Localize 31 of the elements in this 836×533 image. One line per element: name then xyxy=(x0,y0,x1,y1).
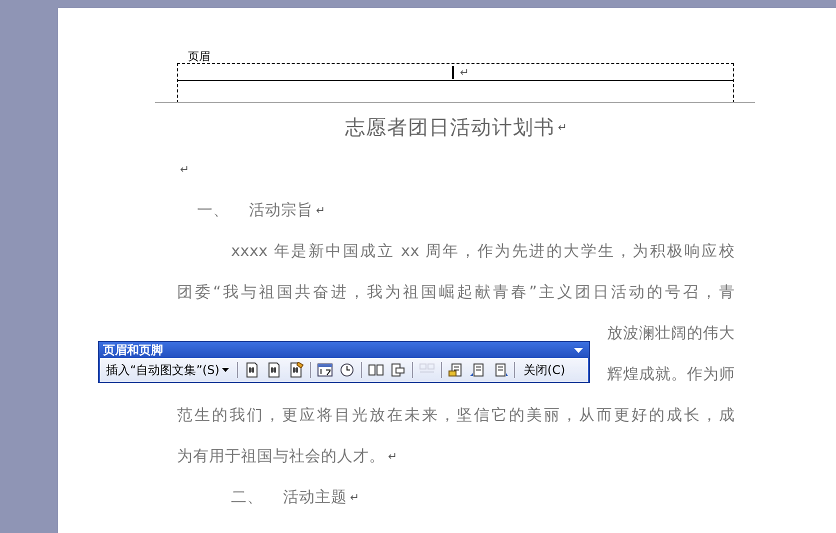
body-text-line: 辉煌成就。作为师 xyxy=(607,364,735,385)
paragraph-mark: ↵ xyxy=(180,163,190,176)
clock-icon[interactable] xyxy=(339,362,356,378)
format-page-number-icon[interactable] xyxy=(288,362,304,378)
body-text-line: 放波澜壮阔的伟大 xyxy=(607,323,735,344)
paragraph-mark: ↵ xyxy=(316,204,326,217)
header-label: 页眉 xyxy=(188,49,210,64)
body-text-line: 为有用于祖国与社会的人才。 xyxy=(177,446,385,467)
book-icon[interactable] xyxy=(368,362,384,378)
paragraph-mark: ↵ xyxy=(460,66,470,78)
document-icon[interactable] xyxy=(390,362,406,378)
section-heading: 活动宗旨 xyxy=(249,200,313,221)
paragraph-mark: ↵ xyxy=(350,491,360,504)
calendar-icon[interactable] xyxy=(317,362,334,378)
paragraph-mark: ↵ xyxy=(388,450,398,463)
document-title: 志愿者团日活动计划书 xyxy=(344,114,555,140)
dropdown-arrow-icon[interactable] xyxy=(574,348,583,352)
previous-icon[interactable] xyxy=(470,362,486,378)
text-cursor xyxy=(452,66,454,78)
heading-number: 一、 xyxy=(197,200,229,221)
body-text-line: 范生的我们，更应将目光放在未来，坚信它的美丽，从而更好的成长，成 xyxy=(177,405,735,426)
heading-number: 二、 xyxy=(231,487,263,508)
caret-icon xyxy=(222,368,230,372)
body-text-line: 团委“我与祖国共奋进，我为祖国崛起献青春”主义团日活动的号召，青 xyxy=(177,282,735,303)
insert-autotext-menu[interactable]: 插入“自动图文集”(S) xyxy=(104,360,232,380)
page-number-icon[interactable] xyxy=(244,362,260,378)
paragraph-mark: ↵ xyxy=(558,121,568,134)
section-heading: 活动主题 xyxy=(283,487,347,508)
close-button[interactable]: 关闭(C) xyxy=(521,360,568,380)
toolbar-title: 页眉和页脚 xyxy=(103,342,163,358)
body-text-line: xxxx 年是新中国成立 xx 周年，作为先进的大学生，为积极响应校 xyxy=(230,241,735,262)
